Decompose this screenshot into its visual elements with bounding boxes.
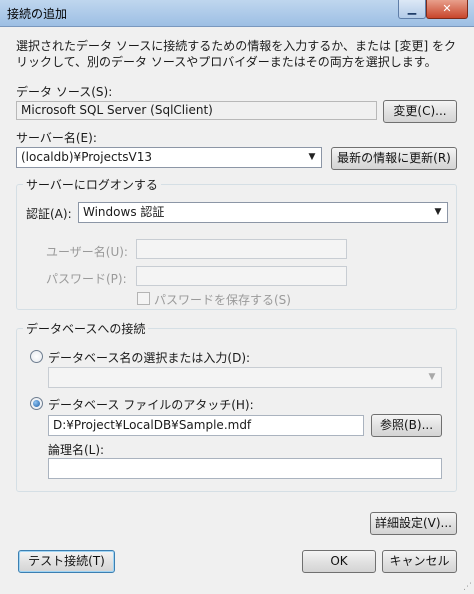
auth-combo[interactable]: Windows 認証 ▼	[78, 202, 448, 223]
database-file-input[interactable]: D:¥Project¥LocalDB¥Sample.mdf	[48, 415, 364, 436]
attach-file-radio[interactable]	[30, 397, 43, 410]
window-controls: ▁ ✕	[398, 0, 468, 19]
password-input[interactable]	[136, 266, 347, 286]
logical-name-label: 論理名(L):	[48, 443, 105, 457]
select-database-label: データベース名の選択または入力(D):	[48, 351, 251, 365]
chevron-down-icon[interactable]: ▼	[304, 149, 320, 166]
radio-selected-dot	[33, 400, 40, 407]
chevron-down-icon[interactable]: ▼	[424, 369, 440, 386]
database-group-title: データベースへの接続	[23, 320, 149, 337]
password-label: パスワード(P):	[46, 272, 127, 286]
username-label: ユーザー名(U):	[46, 245, 128, 259]
select-database-radio[interactable]	[30, 350, 43, 363]
logical-name-input[interactable]	[48, 458, 442, 479]
attach-file-label: データベース ファイルのアタッチ(H):	[48, 398, 254, 412]
logon-group-title: サーバーにログオンする	[23, 176, 161, 193]
close-button[interactable]: ✕	[426, 0, 468, 19]
cancel-button[interactable]: キャンセル	[382, 550, 457, 573]
username-input[interactable]	[136, 239, 347, 259]
change-data-source-button[interactable]: 変更(C)...	[383, 100, 457, 123]
refresh-button[interactable]: 最新の情報に更新(R)	[331, 147, 457, 170]
save-password-checkbox[interactable]	[137, 292, 150, 305]
ok-button[interactable]: OK	[302, 550, 376, 573]
save-password-label: パスワードを保存する(S)	[154, 293, 291, 307]
data-source-label: データ ソース(S):	[16, 85, 113, 99]
title-bar: 接続の追加 ▁ ✕	[0, 0, 474, 27]
auth-value: Windows 認証	[83, 205, 165, 219]
window-title: 接続の追加	[7, 7, 68, 21]
test-connection-button[interactable]: テスト接続(T)	[18, 550, 115, 573]
dialog-description: 選択されたデータ ソースに接続するための情報を入力するか、または [変更] をク…	[16, 39, 456, 69]
data-source-field: Microsoft SQL Server (SqlClient)	[16, 101, 377, 120]
server-name-label: サーバー名(E):	[16, 131, 97, 145]
minimize-button[interactable]: ▁	[398, 0, 426, 19]
server-name-value: (localdb)¥ProjectsV13	[21, 150, 152, 164]
browse-button[interactable]: 参照(B)...	[371, 414, 442, 437]
server-name-combo[interactable]: (localdb)¥ProjectsV13 ▼	[16, 147, 322, 168]
chevron-down-icon[interactable]: ▼	[430, 204, 446, 221]
resize-grip-icon[interactable]: ⋰	[463, 583, 472, 592]
database-name-combo[interactable]: ▼	[48, 367, 442, 388]
auth-label: 認証(A):	[26, 207, 72, 221]
advanced-button[interactable]: 詳細設定(V)...	[370, 512, 457, 535]
